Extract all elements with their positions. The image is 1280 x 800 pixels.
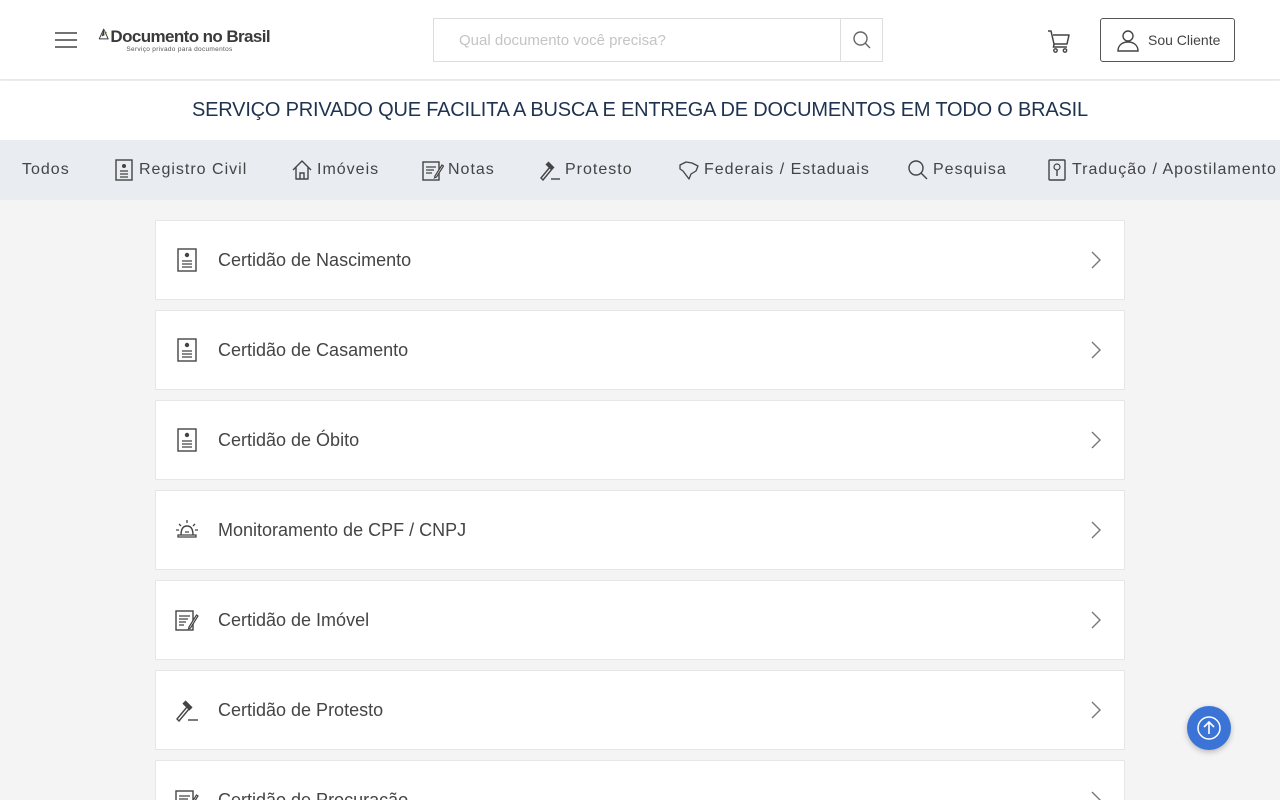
arrow-up-icon (1197, 716, 1221, 740)
category-federais-estaduais[interactable]: Federais / Estaduais (678, 140, 870, 200)
header: Documento no Brasil Serviço privado para… (0, 0, 1280, 80)
search-icon (907, 159, 929, 181)
chevron-right-icon (1086, 250, 1106, 270)
back-to-top-button[interactable] (1187, 706, 1231, 750)
document-icon (175, 248, 199, 272)
list-item-label: Certidão de Procuração (218, 789, 409, 800)
list-item-certidao-obito[interactable]: Certidão de Óbito (155, 400, 1125, 480)
category-label: Tradução / Apostilamento (1072, 161, 1277, 178)
search-input[interactable] (434, 19, 840, 61)
search-bar (433, 18, 883, 62)
document-icon (175, 428, 199, 452)
list-item-label: Certidão de Protesto (218, 699, 384, 720)
logo[interactable]: Documento no Brasil Serviço privado para… (98, 18, 271, 58)
chevron-right-icon (1086, 430, 1106, 450)
category-label: Todos (22, 161, 70, 178)
list-item-label: Certidão de Imóvel (218, 609, 370, 630)
list-item-certidao-procuracao[interactable]: Certidão de Procuração (155, 760, 1125, 800)
gavel-icon (175, 698, 199, 722)
category-label: Federais / Estaduais (704, 161, 870, 178)
user-icon (1117, 30, 1139, 52)
brazil-map-icon (678, 159, 700, 181)
house-icon (291, 159, 313, 181)
list-item-label: Certidão de Óbito (218, 429, 360, 450)
category-label: Registro Civil (139, 161, 248, 178)
hamburger-menu-icon[interactable] (54, 28, 78, 52)
logo-subtitle: Serviço privado para documentos (126, 46, 233, 53)
category-registro-civil[interactable]: Registro Civil (113, 140, 247, 200)
list-item-monitoramento-cpf-cnpj[interactable]: Monitoramento de CPF / CNPJ (155, 490, 1125, 570)
cart-icon (1048, 30, 1070, 53)
search-icon (852, 31, 870, 49)
chevron-right-icon (1086, 520, 1106, 540)
banner: SERVIÇO PRIVADO QUE FACILITA A BUSCA E E… (0, 81, 1280, 140)
chevron-right-icon (1086, 700, 1106, 720)
category-label: Protesto (565, 161, 633, 178)
chevron-right-icon (1086, 790, 1106, 800)
category-protesto[interactable]: Protesto (539, 140, 633, 200)
category-pesquisa[interactable]: Pesquisa (907, 140, 1007, 200)
category-imoveis[interactable]: Imóveis (291, 140, 379, 200)
chevron-right-icon (1086, 340, 1106, 360)
list-item-label: Certidão de Casamento (218, 339, 409, 360)
notes-icon (175, 608, 199, 632)
list-item-certidao-imovel[interactable]: Certidão de Imóvel (155, 580, 1125, 660)
list-item-label: Certidão de Nascimento (218, 249, 412, 270)
notes-icon (422, 159, 444, 181)
document-icon (175, 338, 199, 362)
logo-title: Documento no Brasil (110, 27, 270, 46)
sou-cliente-label: Sou Cliente (1148, 32, 1221, 48)
logo-icon (98, 28, 109, 40)
category-label: Pesquisa (933, 161, 1007, 178)
document-icon (113, 159, 135, 181)
banner-text: SERVIÇO PRIVADO QUE FACILITA A BUSCA E E… (192, 99, 1088, 121)
chevron-right-icon (1086, 610, 1106, 630)
category-nav: Todos Registro Civil Imóveis Notas Prote… (0, 140, 1280, 200)
list-item-certidao-protesto[interactable]: Certidão de Protesto (155, 670, 1125, 750)
cart-button[interactable] (1045, 27, 1073, 55)
list-item-label: Monitoramento de CPF / CNPJ (218, 519, 467, 540)
gavel-icon (539, 159, 561, 181)
category-todos[interactable]: Todos (22, 140, 70, 200)
notes-icon (175, 788, 199, 800)
list-item-certidao-nascimento[interactable]: Certidão de Nascimento (155, 220, 1125, 300)
category-label: Notas (448, 161, 495, 178)
list-item-certidao-casamento[interactable]: Certidão de Casamento (155, 310, 1125, 390)
category-traducao-apostilamento[interactable]: Tradução / Apostilamento (1046, 140, 1277, 200)
category-notas[interactable]: Notas (422, 140, 495, 200)
alarm-icon (175, 518, 199, 542)
search-button[interactable] (840, 19, 882, 61)
sou-cliente-button[interactable]: Sou Cliente (1100, 18, 1235, 62)
category-label: Imóveis (317, 161, 380, 178)
passport-icon (1046, 159, 1068, 181)
